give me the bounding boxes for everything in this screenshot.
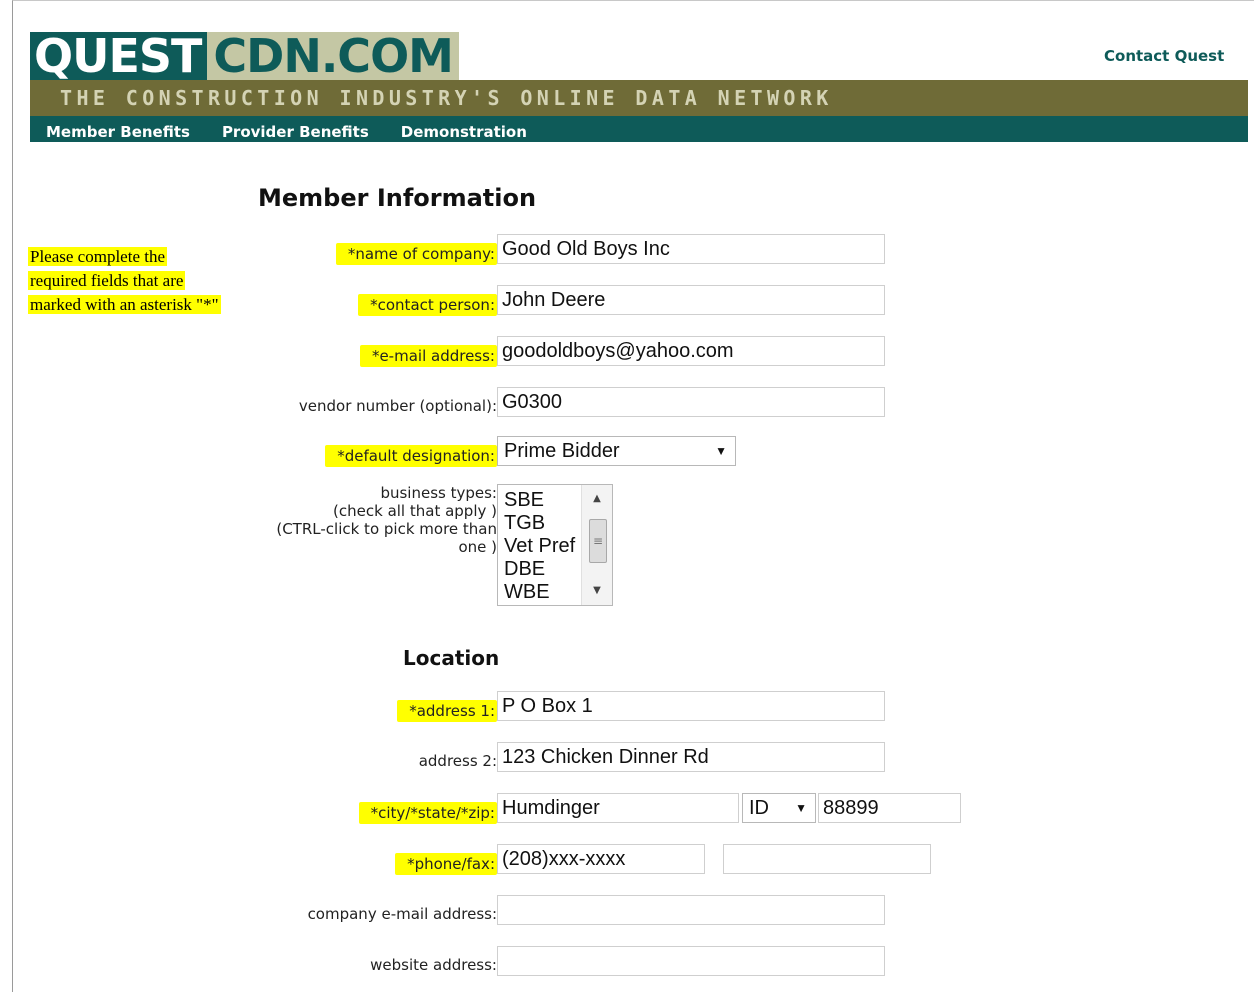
address2-label: address 2: — [418, 752, 497, 770]
phone-fax-label: *phone/fax: — [395, 853, 497, 875]
email-input[interactable]: goodoldboys@yahoo.com — [497, 336, 885, 366]
note-line: required fields that are — [28, 271, 186, 290]
business-types-listbox[interactable]: SBE TGB Vet Pref DBE WBE ▲ ≡ ▼ — [497, 484, 613, 606]
address1-label: *address 1: — [397, 700, 497, 722]
company-name-input[interactable]: Good Old Boys Inc — [497, 234, 885, 264]
logo-cdn-text: CDN.COM — [207, 32, 459, 80]
top-nav: Member Benefits Provider Benefits Demons… — [30, 116, 1248, 142]
business-types-label-line: (CTRL-click to pick more than — [276, 520, 497, 538]
required-fields-note: Please complete the required fields that… — [28, 245, 250, 317]
chevron-down-icon: ▼ — [795, 801, 807, 815]
fax-input[interactable] — [723, 844, 931, 874]
business-type-option[interactable]: WBE — [504, 581, 575, 604]
company-email-label: company e-mail address: — [307, 905, 497, 923]
default-designation-select[interactable]: Prime Bidder ▼ — [497, 436, 736, 466]
email-label: *e-mail address: — [359, 345, 497, 367]
business-types-label: business types: (check all that apply ) … — [276, 484, 497, 556]
vendor-number-label: vendor number (optional): — [298, 397, 497, 415]
note-line: marked with an asterisk "*" — [28, 295, 221, 314]
scrollbar-thumb[interactable]: ≡ — [589, 519, 607, 563]
business-type-option[interactable]: SBE — [504, 489, 575, 512]
member-information-heading: Member Information — [258, 184, 537, 212]
contact-person-input[interactable]: John Deere — [497, 285, 885, 315]
business-type-option[interactable]: DBE — [504, 558, 575, 581]
business-types-label-line: one ) — [458, 538, 497, 556]
address2-input[interactable]: 123 Chicken Dinner Rd — [497, 742, 885, 772]
location-heading: Location — [403, 646, 500, 670]
business-types-label-line: business types: — [380, 484, 497, 502]
listbox-scrollbar[interactable]: ▲ ≡ ▼ — [581, 485, 612, 605]
business-type-option[interactable]: TGB — [504, 512, 575, 535]
logo-quest-text: QUEST — [30, 32, 208, 80]
state-select[interactable]: ID ▼ — [742, 793, 816, 823]
tagline-bar: THE CONSTRUCTION INDUSTRY'S ONLINE DATA … — [30, 80, 1248, 116]
address1-input[interactable]: P O Box 1 — [497, 691, 885, 721]
website-input[interactable] — [497, 946, 885, 976]
city-state-zip-label: *city/*state/*zip: — [358, 802, 497, 824]
business-type-option[interactable]: Vet Pref — [504, 535, 575, 558]
chevron-down-icon: ▼ — [715, 444, 727, 458]
website-label: website address: — [370, 956, 497, 974]
questcdn-logo[interactable]: QUEST CDN.COM — [30, 32, 459, 80]
zip-input[interactable]: 88899 — [818, 793, 961, 823]
company-email-input[interactable] — [497, 895, 885, 925]
arrow-up-icon[interactable]: ▲ — [582, 493, 612, 504]
company-name-label: *name of company: — [335, 243, 497, 265]
default-designation-label: *default designation: — [325, 445, 497, 467]
nav-demonstration[interactable]: Demonstration — [385, 116, 543, 142]
city-input[interactable]: Humdinger — [497, 793, 739, 823]
state-selected-value: ID — [749, 797, 769, 819]
designation-selected-value: Prime Bidder — [504, 440, 620, 462]
note-line: Please complete the — [28, 247, 168, 266]
contact-person-label: *contact person: — [358, 294, 497, 316]
arrow-down-icon[interactable]: ▼ — [582, 585, 612, 596]
vendor-number-input[interactable]: G0300 — [497, 387, 885, 417]
nav-provider-benefits[interactable]: Provider Benefits — [206, 116, 385, 142]
nav-member-benefits[interactable]: Member Benefits — [30, 116, 206, 142]
tagline-text: THE CONSTRUCTION INDUSTRY'S ONLINE DATA … — [60, 86, 833, 110]
phone-input[interactable]: (208)xxx-xxxx — [497, 844, 705, 874]
business-types-label-line: (check all that apply ) — [333, 502, 497, 520]
contact-quest-link[interactable]: Contact Quest — [1104, 47, 1224, 65]
